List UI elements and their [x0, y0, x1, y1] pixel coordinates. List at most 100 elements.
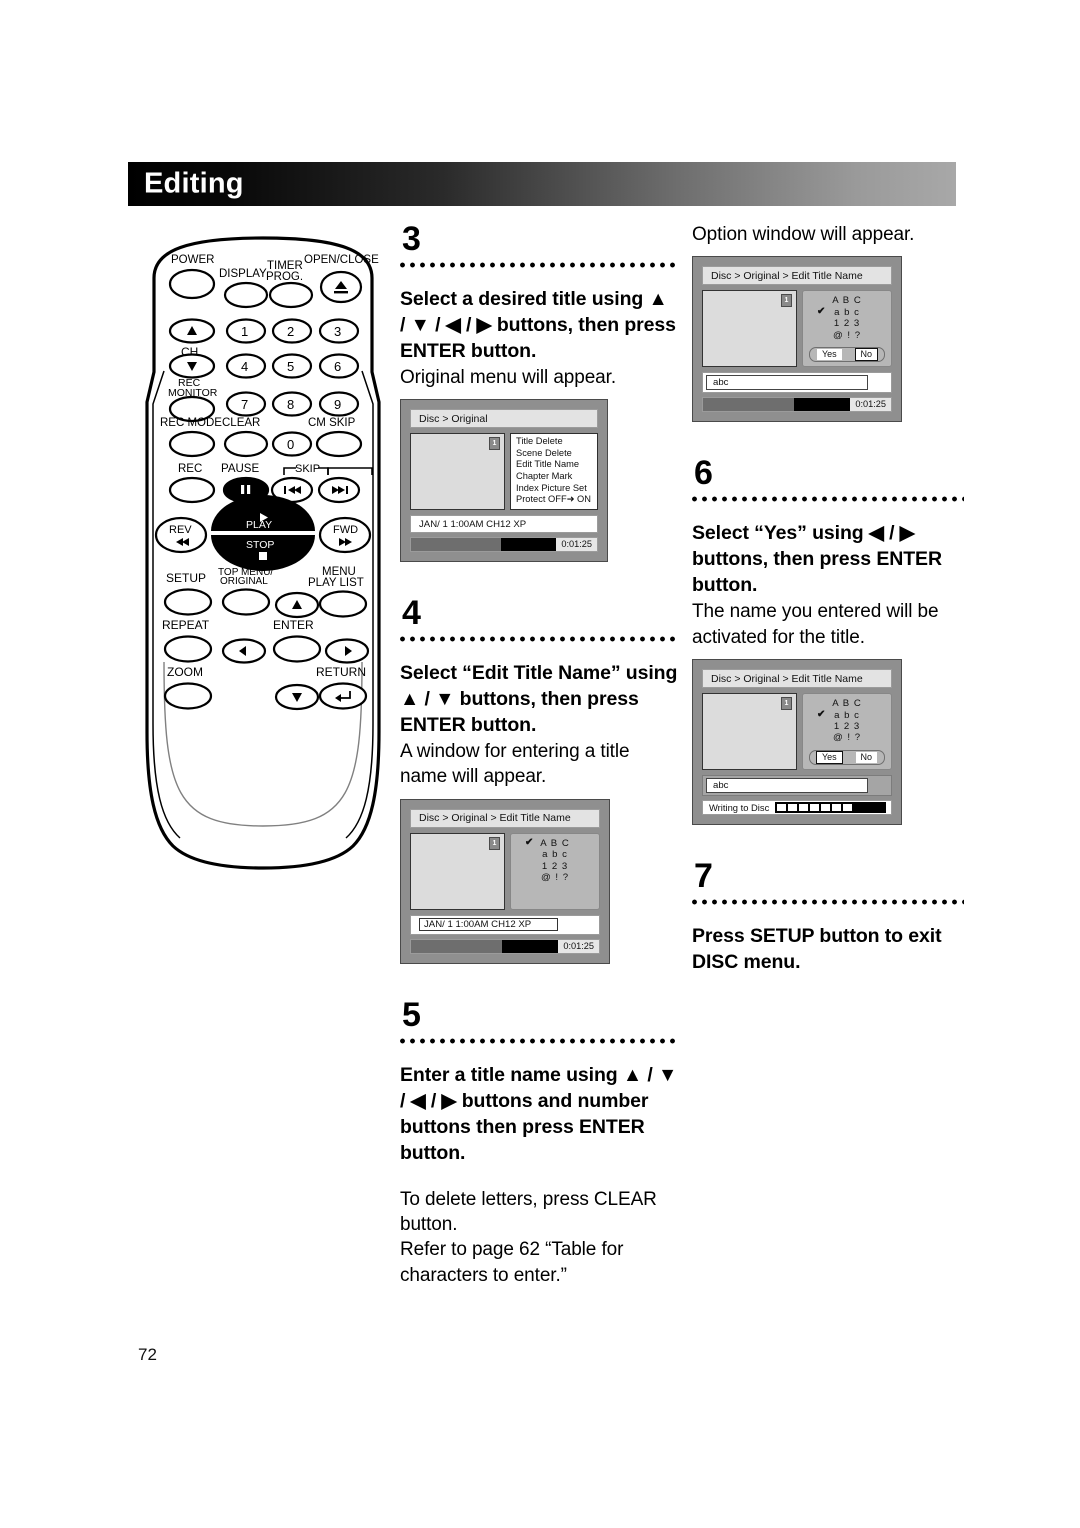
progress-fill [411, 939, 503, 953]
check-icon: ✔ [525, 836, 535, 848]
step-6-note: The name you entered will be activated f… [692, 601, 939, 648]
menu-item-index-picture-set[interactable]: Index Picture Set [514, 483, 594, 495]
charset-row-lower[interactable]: ✔ a b c [803, 305, 891, 318]
no-button[interactable]: No [854, 348, 879, 362]
progress-track [411, 538, 557, 552]
remote-label-setup: SETUP [166, 571, 206, 585]
pause-icon [241, 485, 245, 494]
remote-button-rec[interactable] [168, 476, 216, 504]
screen-option-charset: A B C ✔ a b c 1 2 3 @ ! ? Yes No [802, 290, 892, 368]
title-name-input[interactable]: abc [706, 778, 868, 794]
remote-button-clear[interactable] [223, 430, 269, 458]
title-badge: 1 [489, 836, 500, 850]
remote-button-zoom[interactable] [163, 682, 213, 710]
remote-label-play-list: PLAY LIST [308, 577, 364, 589]
screen-writing-charset: A B C ✔ a b c 1 2 3 @ ! ? Yes No [802, 693, 892, 771]
remote-label-rec-mode: REC MODE [160, 417, 222, 429]
charset-row-digits[interactable]: 1 2 3 [511, 861, 599, 872]
remote-digit-1: 1 [241, 324, 248, 339]
remote-digit-3: 3 [334, 324, 341, 339]
remote-label-prog: PROG. [266, 271, 303, 283]
remote-button-menu-play-list[interactable] [318, 590, 368, 618]
charset-row-symbols[interactable]: @ ! ? [511, 872, 599, 883]
charset-row-digits[interactable]: 1 2 3 [803, 318, 891, 329]
remote-label-power: POWER [171, 254, 214, 266]
remote-digit-7: 7 [241, 397, 248, 412]
step-4-number: 4 [402, 594, 421, 633]
screen-original-info: JAN/ 1 1:00AM CH12 XP [410, 515, 598, 534]
remote-button-cm-skip[interactable] [315, 430, 363, 458]
menu-item-scene-delete[interactable]: Scene Delete [514, 448, 594, 460]
progress-fill [411, 538, 502, 552]
remote-label-pause: PAUSE [221, 463, 259, 475]
remote-button-top-menu-original[interactable] [221, 588, 271, 616]
menu-item-title-delete[interactable]: Title Delete [514, 436, 594, 448]
no-button[interactable]: No [854, 751, 879, 765]
remote-button-enter[interactable] [272, 635, 322, 663]
remote-digit-8: 8 [287, 397, 294, 412]
step-5-note-1: To delete letters, press CLEAR button. [400, 1188, 657, 1236]
remote-label-original: ORIGINAL [220, 576, 268, 587]
remote-digit-4: 4 [241, 359, 248, 374]
step-4-dot-rule [400, 634, 678, 646]
remote-button-power[interactable] [168, 268, 216, 300]
charset-row-symbols[interactable]: @ ! ? [803, 732, 891, 743]
manual-page: Editing 72 POWER DISPLAY TIMER PROG. OPE… [0, 0, 1080, 1528]
charset-row-digits[interactable]: 1 2 3 [803, 721, 891, 732]
remote-button-setup[interactable] [163, 588, 213, 616]
screen-edit-time: 0:01:25 [558, 939, 599, 953]
remote-label-fwd: FWD [333, 524, 358, 536]
title-badge: 1 [489, 437, 500, 451]
step-4-note: A window for entering a title name will … [400, 740, 630, 788]
screen-original-progress: 0:01:25 [410, 537, 598, 553]
yes-button[interactable]: Yes [815, 751, 843, 765]
progress-fill [703, 398, 795, 412]
step-5-number: 5 [402, 995, 421, 1034]
screen-edit-progress: 0:01:25 [410, 938, 600, 954]
yes-button[interactable]: Yes [815, 348, 843, 362]
step-7-number: 7 [694, 857, 713, 896]
screen-edit-breadcrumb: Disc > Original > Edit Title Name [410, 808, 600, 828]
screen-original-menu: Title Delete Scene Delete Edit Title Nam… [510, 433, 598, 511]
step-4-instruction: Select “Edit Title Name” using ▲ / ▼ but… [400, 662, 678, 737]
remote-digit-0: 0 [287, 437, 294, 452]
check-icon: ✔ [817, 305, 827, 317]
remote-label-rev: REV [169, 524, 192, 536]
screen-edit-charset: ✔ A B C a b c 1 2 3 @ ! ? [510, 832, 600, 910]
remote-button-display[interactable] [223, 281, 269, 309]
remote-button-repeat[interactable] [163, 635, 213, 663]
screen-writing-breadcrumb: Disc > Original > Edit Title Name [702, 669, 892, 689]
title-name-input[interactable]: abc [706, 375, 868, 391]
progress-track [411, 939, 559, 953]
charset-row-symbols[interactable]: @ ! ? [803, 330, 891, 341]
menu-item-edit-title-name[interactable]: Edit Title Name [514, 459, 594, 471]
charset-row-lower[interactable]: ✔ a b c [803, 709, 891, 721]
step-3-instruction: Select a desired title using ▲ / ▼ / ◀ /… [400, 288, 676, 362]
screen-writing-status-bar: Writing to Disc [702, 800, 892, 816]
menu-item-protect[interactable]: Protect OFF➜ ON [514, 494, 594, 506]
charset-row-upper[interactable]: ✔ A B C [511, 836, 599, 849]
screen-original-thumbnail: 1 [410, 433, 505, 511]
step-3: 3 Select a desired title using ▲ / ▼ / ◀… [400, 222, 678, 563]
step-6-dot-rule [692, 494, 964, 506]
step-7-dot-rule [692, 897, 964, 909]
remote-button-rec-mode[interactable] [168, 430, 216, 458]
step-5-instruction: Enter a title name using ▲ / ▼ / ◀ / ▶ b… [400, 1063, 678, 1164]
menu-item-chapter-mark[interactable]: Chapter Mark [514, 471, 594, 483]
screen-option-yesno: Yes No [809, 347, 885, 363]
screen-writing-thumbnail: 1 [702, 693, 797, 771]
step-5: 5 Enter a title name using ▲ / ▼ / ◀ / ▶… [400, 998, 678, 1289]
screen-edit-info: JAN/ 1 1:00AM CH12 XP [410, 914, 600, 935]
charset-row-lower[interactable]: a b c [511, 849, 599, 860]
remote-digit-2: 2 [287, 324, 294, 339]
page-title: Editing [144, 167, 244, 200]
remote-label-rec-btn: REC [178, 463, 202, 475]
writing-progress-segments [775, 802, 886, 814]
remote-digit-6: 6 [334, 359, 341, 374]
page-header-bar: Editing [128, 162, 956, 206]
remote-label-return: RETURN [316, 665, 366, 679]
screen-writing-to-disc: Disc > Original > Edit Title Name 1 A B … [692, 659, 902, 826]
step-6: 6 Select “Yes” using ◀ / ▶ buttons, then… [692, 456, 964, 826]
remote-button-timer-prog[interactable] [268, 281, 314, 309]
remote-button-return[interactable] [318, 682, 368, 710]
